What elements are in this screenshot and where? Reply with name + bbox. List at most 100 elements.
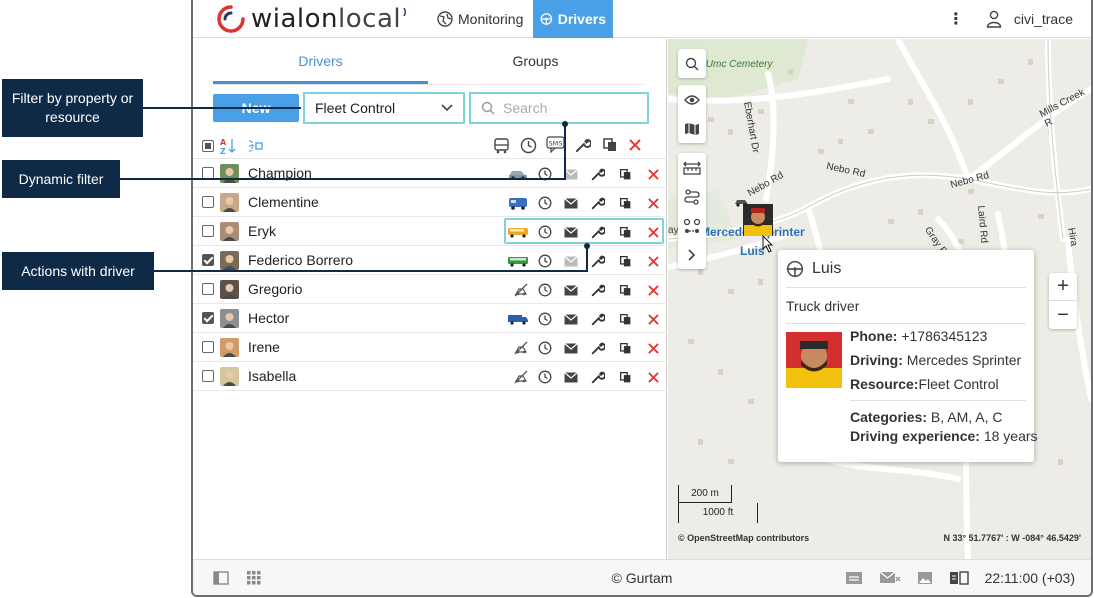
copy-icon[interactable] — [617, 369, 633, 385]
driver-checkbox[interactable] — [202, 225, 214, 237]
sms-column-icon[interactable]: SMS — [546, 136, 565, 154]
map-route-tool[interactable] — [678, 182, 706, 211]
driver-checkbox[interactable] — [202, 283, 214, 295]
select-all-checkbox[interactable] — [202, 140, 214, 152]
driver-row[interactable]: Gregorio — [193, 275, 667, 304]
logo[interactable]: wialonlocal — [217, 4, 411, 34]
clock-icon[interactable] — [537, 253, 553, 269]
wrench-icon[interactable] — [590, 369, 606, 385]
message-icon[interactable] — [563, 340, 579, 356]
copy-icon[interactable] — [617, 166, 633, 182]
truck-vehicle-icon[interactable] — [507, 311, 529, 327]
map-search-tool[interactable] — [678, 49, 706, 78]
driver-map-label[interactable]: Luis — [740, 244, 765, 258]
delete-icon[interactable] — [645, 369, 661, 385]
resource-filter-select[interactable]: Fleet Control — [303, 92, 465, 124]
van-vehicle-icon[interactable] — [507, 195, 529, 211]
copy-icon[interactable] — [617, 340, 633, 356]
sort-az-icon[interactable]: AZ — [220, 137, 236, 155]
clock-icon[interactable] — [537, 224, 553, 240]
driver-row[interactable]: Clementine — [193, 188, 667, 217]
driver-checkbox[interactable] — [202, 312, 214, 324]
image-icon[interactable] — [917, 571, 933, 585]
zoom-out-button[interactable]: − — [1049, 301, 1077, 329]
driver-name[interactable]: Hector — [248, 310, 289, 326]
wrench-icon[interactable] — [590, 166, 606, 182]
bus-green-vehicle-icon[interactable] — [507, 253, 529, 269]
clock-icon[interactable] — [537, 282, 553, 298]
wrench-icon[interactable] — [590, 253, 606, 269]
message-icon[interactable] — [563, 282, 579, 298]
wrench-icon[interactable] — [590, 282, 606, 298]
driver-checkbox[interactable] — [202, 254, 214, 266]
message-icon[interactable] — [563, 253, 579, 269]
clock-icon[interactable] — [537, 195, 553, 211]
driver-row[interactable]: Hector — [193, 304, 667, 333]
driver-checkbox[interactable] — [202, 370, 214, 382]
delete-icon[interactable] — [645, 224, 661, 240]
user-menu[interactable]: civi_trace — [986, 10, 1073, 28]
nav-drivers[interactable]: Drivers — [533, 0, 613, 38]
message-icon[interactable] — [563, 224, 579, 240]
wrench-icon[interactable] — [590, 311, 606, 327]
log-icon[interactable] — [949, 571, 969, 585]
map-layers-tool[interactable] — [678, 114, 706, 143]
driver-row[interactable]: Irene — [193, 333, 667, 362]
copy-icon[interactable] — [617, 253, 633, 269]
driver-name[interactable]: Eryk — [248, 223, 276, 239]
clock-icon[interactable] — [537, 369, 553, 385]
driver-row[interactable]: Isabella — [193, 362, 667, 391]
copy-icon[interactable] — [617, 311, 633, 327]
delete-icon[interactable] — [645, 311, 661, 327]
delete-icon[interactable] — [645, 282, 661, 298]
delete-icon[interactable] — [645, 253, 661, 269]
map-visibility-tool[interactable] — [678, 85, 706, 114]
clock-icon[interactable] — [537, 340, 553, 356]
bus-column-icon[interactable] — [493, 137, 510, 154]
message-icon[interactable] — [563, 311, 579, 327]
notifications-icon[interactable] — [845, 571, 863, 585]
nav-monitoring[interactable]: Monitoring — [430, 0, 530, 38]
clock-icon[interactable] — [537, 311, 553, 327]
delete-icon[interactable] — [645, 340, 661, 356]
message-icon[interactable] — [563, 195, 579, 211]
map-attribution[interactable]: © OpenStreetMap contributors — [678, 533, 809, 543]
wrench-icon[interactable] — [590, 340, 606, 356]
messages-icon[interactable] — [879, 571, 901, 585]
wrench-column-icon[interactable] — [575, 137, 591, 153]
driver-row[interactable]: Eryk — [193, 217, 667, 246]
driver-row[interactable]: Champion — [193, 159, 667, 188]
delete-icon[interactable] — [645, 166, 661, 182]
copy-icon[interactable] — [617, 195, 633, 211]
delete-column-icon[interactable] — [629, 139, 641, 151]
copy-column-icon[interactable] — [602, 137, 618, 153]
bus-yellow-vehicle-icon[interactable] — [507, 224, 529, 240]
driver-name[interactable]: Gregorio — [248, 281, 302, 297]
zoom-in-button[interactable]: + — [1049, 273, 1077, 301]
wrench-icon[interactable] — [590, 195, 606, 211]
map-ruler-tool[interactable] — [678, 153, 706, 182]
wrench-icon[interactable] — [590, 224, 606, 240]
driver-name[interactable]: Irene — [248, 339, 280, 355]
driver-marker-icon[interactable] — [742, 203, 774, 237]
driver-name[interactable]: Isabella — [248, 368, 296, 384]
driver-name[interactable]: Clementine — [248, 194, 319, 210]
no-vehicle-icon[interactable] — [510, 340, 532, 356]
copy-icon[interactable] — [617, 224, 633, 240]
map-points-tool[interactable] — [678, 211, 706, 240]
message-icon[interactable] — [563, 369, 579, 385]
search-input[interactable] — [503, 100, 633, 116]
no-vehicle-icon[interactable] — [510, 282, 532, 298]
clock-column-icon[interactable] — [520, 137, 537, 154]
more-menu-icon[interactable]: ⋮ — [948, 9, 964, 29]
group-tree-icon[interactable] — [247, 139, 263, 153]
driver-checkbox[interactable] — [202, 196, 214, 208]
driver-name[interactable]: Federico Borrero — [248, 252, 353, 268]
no-vehicle-icon[interactable] — [510, 369, 532, 385]
tab-groups[interactable]: Groups — [428, 39, 643, 84]
tab-drivers[interactable]: Drivers — [213, 39, 428, 84]
copy-icon[interactable] — [617, 282, 633, 298]
map[interactable]: nt Hill Umc Cemetery Eberhart Dr Nebo Rd… — [668, 39, 1091, 559]
driver-checkbox[interactable] — [202, 341, 214, 353]
delete-icon[interactable] — [645, 195, 661, 211]
